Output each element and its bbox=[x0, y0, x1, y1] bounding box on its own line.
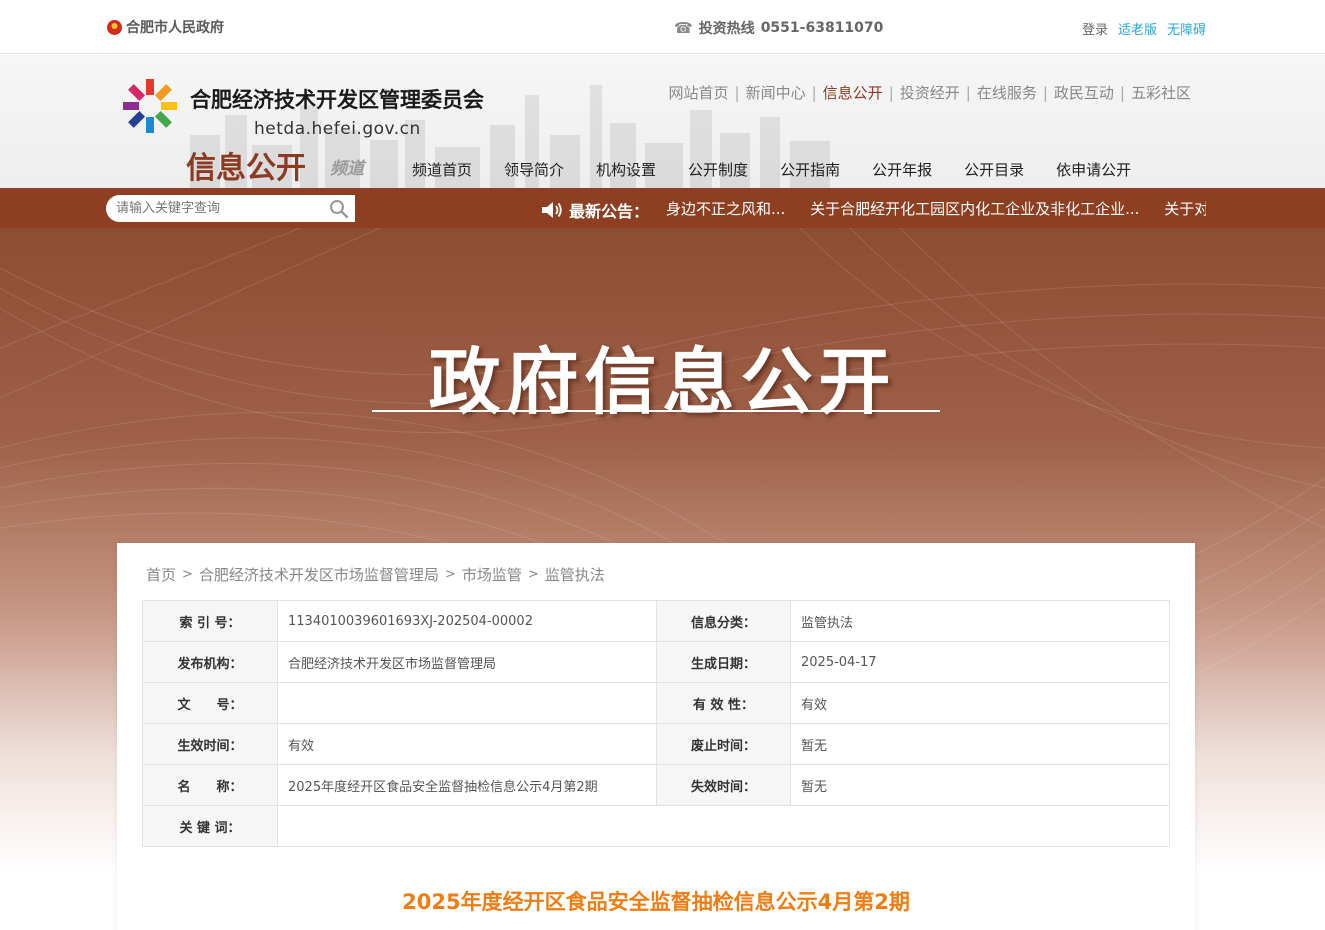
nav-separator: | bbox=[1042, 83, 1048, 102]
validity-label: 有 效 性： bbox=[656, 682, 791, 724]
search-icon[interactable] bbox=[329, 199, 349, 219]
subnav-on-request[interactable]: 依申请公开 bbox=[1040, 159, 1147, 180]
hetda-logo-icon bbox=[123, 79, 177, 133]
search-box bbox=[106, 195, 355, 222]
keywords-value bbox=[277, 805, 1170, 847]
index-no-value: 1134010039601693XJ-202504-00002 bbox=[277, 600, 657, 642]
expire-label: 失效时间： bbox=[656, 764, 791, 806]
expire-value: 暂无 bbox=[790, 764, 1170, 806]
subnav-organization[interactable]: 机构设置 bbox=[580, 159, 672, 180]
breadcrumb-market-supervision[interactable]: 市场监管 bbox=[462, 564, 522, 585]
search-input[interactable] bbox=[106, 196, 321, 221]
nav-home[interactable]: 网站首页 bbox=[669, 82, 729, 103]
notice-ticker: 身边不正之风和... 关于合肥经开化工园区内化工企业及非化工企业... 关于对 bbox=[666, 198, 1206, 220]
table-row: 发布机构： 合肥经济技术开发区市场监督管理局 生成日期： 2025-04-17 bbox=[142, 641, 1170, 683]
notice-item[interactable]: 关于合肥经开化工园区内化工企业及非化工企业... bbox=[810, 200, 1139, 218]
main-nav: 网站首页 | 新闻中心 | 信息公开 | 投资经开 | 在线服务 | 政民互动 | 五彩社区 bbox=[669, 82, 1191, 103]
search-notice-bar: 最新公告： 身边不正之风和... 关于合肥经开化工园区内化工企业及非化工企业..… bbox=[0, 188, 1325, 228]
notice-label-text: 最新公告： bbox=[569, 202, 650, 221]
national-emblem-icon bbox=[107, 19, 122, 35]
table-row: 生效时间： 有效 废止时间： 暂无 bbox=[142, 723, 1170, 765]
org-name: 合肥经济技术开发区管理委员会 bbox=[190, 88, 484, 112]
investment-hotline: ☎ 投资热线 0551-63811070 bbox=[674, 18, 883, 38]
subnav-catalog[interactable]: 公开目录 bbox=[948, 159, 1040, 180]
article-title: 2025年度经开区食品安全监督抽检信息公示4月第2期 bbox=[402, 890, 910, 914]
login-link[interactable]: 登录 bbox=[1082, 19, 1108, 38]
name-label: 名 称： bbox=[142, 764, 278, 806]
doc-no-value bbox=[277, 682, 657, 724]
table-row: 名 称： 2025年度经开区食品安全监督抽检信息公示4月第2期 失效时间： 暂无 bbox=[142, 764, 1170, 806]
channel-sub-nav: 频道首页 领导简介 机构设置 公开制度 公开指南 公开年报 公开目录 依申请公开 bbox=[396, 159, 1147, 180]
org-domain: hetda.hefei.gov.cn bbox=[254, 119, 421, 139]
nav-community[interactable]: 五彩社区 bbox=[1131, 82, 1191, 103]
notice-item[interactable]: 关于对 bbox=[1164, 200, 1206, 218]
nav-investment[interactable]: 投资经开 bbox=[900, 82, 960, 103]
date-label: 生成日期： bbox=[656, 641, 791, 683]
table-row: 文 号： 有 效 性： 有效 bbox=[142, 682, 1170, 724]
channel-subtitle: 频道 bbox=[330, 159, 364, 179]
subnav-annual-report[interactable]: 公开年报 bbox=[856, 159, 948, 180]
nav-separator: | bbox=[888, 83, 894, 102]
hotline-label: 投资热线 bbox=[698, 21, 755, 37]
top-bar: 合肥市人民政府 ☎ 投资热线 0551-63811070 登录 适老版 无障碍 bbox=[0, 0, 1325, 54]
subnav-guide[interactable]: 公开指南 bbox=[764, 159, 856, 180]
breadcrumb-separator: > bbox=[444, 567, 456, 582]
date-value: 2025-04-17 bbox=[790, 641, 1170, 683]
top-links: 登录 适老版 无障碍 bbox=[1082, 19, 1206, 38]
table-row: 关 键 词： bbox=[142, 805, 1170, 847]
breadcrumb-enforcement[interactable]: 监管执法 bbox=[545, 564, 605, 585]
channel-title: 信息公开 bbox=[186, 151, 306, 186]
name-value: 2025年度经开区食品安全监督抽检信息公示4月第2期 bbox=[277, 764, 657, 806]
publisher-label: 发布机构： bbox=[142, 641, 278, 683]
gov-portal-label: 合肥市人民政府 bbox=[126, 20, 224, 36]
gov-portal-link[interactable]: 合肥市人民政府 bbox=[107, 17, 224, 37]
effective-value: 有效 bbox=[277, 723, 657, 765]
subnav-leaders[interactable]: 领导简介 bbox=[488, 159, 580, 180]
nav-interaction[interactable]: 政民互动 bbox=[1054, 82, 1114, 103]
info-metadata-table: 索 引 号： 1134010039601693XJ-202504-00002 信… bbox=[142, 600, 1170, 847]
publisher-value: 合肥经济技术开发区市场监督管理局 bbox=[277, 641, 657, 683]
nav-online-service[interactable]: 在线服务 bbox=[977, 82, 1037, 103]
effective-label: 生效时间： bbox=[142, 723, 278, 765]
site-header: 合肥经济技术开发区管理委员会 hetda.hefei.gov.cn 信息公开 频… bbox=[0, 55, 1325, 188]
index-no-label: 索 引 号： bbox=[142, 600, 278, 642]
subnav-channel-home[interactable]: 频道首页 bbox=[396, 159, 488, 180]
subnav-rules[interactable]: 公开制度 bbox=[672, 159, 764, 180]
notice-item[interactable]: 身边不正之风和... bbox=[666, 200, 785, 218]
nav-separator: | bbox=[965, 83, 971, 102]
banner-underline bbox=[372, 410, 940, 412]
breadcrumb-home[interactable]: 首页 bbox=[146, 564, 176, 585]
nav-separator: | bbox=[1119, 83, 1125, 102]
repeal-value: 暂无 bbox=[790, 723, 1170, 765]
doc-no-label: 文 号： bbox=[142, 682, 278, 724]
nav-info-disclosure[interactable]: 信息公开 bbox=[823, 82, 883, 103]
hotline-number: 0551-63811070 bbox=[760, 20, 884, 36]
speaker-icon bbox=[542, 202, 562, 218]
content-card: 首页 > 合肥经济技术开发区市场监督管理局 > 市场监管 > 监管执法 索 引 … bbox=[117, 543, 1195, 930]
banner-title: 政府信息公开 bbox=[428, 340, 897, 424]
keywords-label: 关 键 词： bbox=[142, 805, 278, 847]
accessibility-link[interactable]: 无障碍 bbox=[1167, 19, 1206, 38]
category-value: 监管执法 bbox=[790, 600, 1170, 642]
elderly-mode-link[interactable]: 适老版 bbox=[1118, 19, 1157, 38]
breadcrumb-bureau[interactable]: 合肥经济技术开发区市场监督管理局 bbox=[199, 564, 439, 585]
nav-separator: | bbox=[811, 83, 817, 102]
latest-notice-label: 最新公告： bbox=[541, 198, 649, 222]
nav-news[interactable]: 新闻中心 bbox=[746, 82, 806, 103]
breadcrumb-separator: > bbox=[182, 567, 193, 582]
phone-icon: ☎ bbox=[674, 19, 693, 37]
category-label: 信息分类： bbox=[656, 600, 791, 642]
breadcrumb: 首页 > 合肥经济技术开发区市场监督管理局 > 市场监管 > 监管执法 bbox=[146, 564, 605, 585]
repeal-label: 废止时间： bbox=[656, 723, 791, 765]
nav-separator: | bbox=[734, 83, 740, 102]
breadcrumb-separator: > bbox=[527, 567, 539, 582]
validity-value: 有效 bbox=[790, 682, 1170, 724]
table-row: 索 引 号： 1134010039601693XJ-202504-00002 信… bbox=[142, 600, 1170, 642]
